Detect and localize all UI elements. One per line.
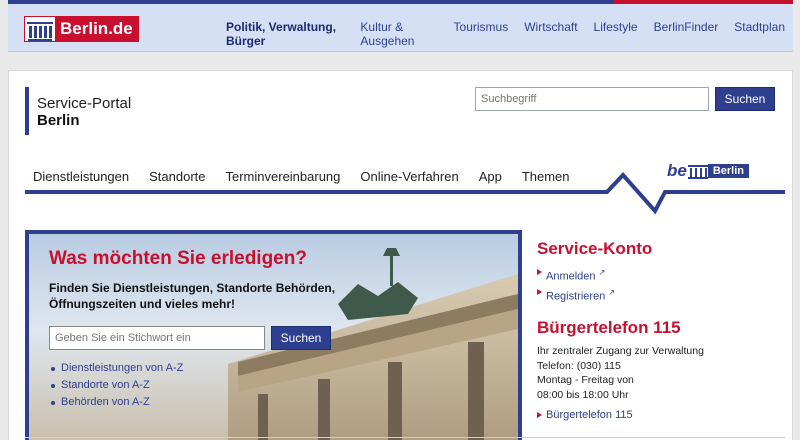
anmelden-label: Anmelden [546,270,596,283]
info-line: Montag - Freitag von [537,374,634,387]
hero-search-panel: Was möchten Sie erledigen? Finden Sie Di… [25,230,522,440]
hero-search-input[interactable] [49,326,265,350]
site-search: Suchen [475,87,775,111]
be-logo-text: be [667,161,687,180]
anmelden-link[interactable]: Anmelden ↗ [537,265,787,285]
nav-standorte[interactable]: Standorte [139,169,215,184]
hero-search-button[interactable]: Suchen [271,326,331,350]
external-link-icon: ↗ [608,287,616,297]
sidebar: Service-Konto Anmelden ↗ Registrieren ↗ … [537,239,787,423]
registrieren-label: Registrieren [546,290,606,303]
logo-text: Berlin.de [55,17,138,41]
link-dienstleistungen-a-z[interactable]: Dienstleistungen von A-Z [51,360,183,377]
main-card: Service-Portal Berlin Suchen Dienstleist… [8,70,793,440]
divider [25,437,785,438]
link-behoerden-a-z[interactable]: Behörden von A-Z [51,394,183,411]
nav-app[interactable]: App [469,169,512,184]
top-bar-accent [613,0,793,4]
berlin-de-logo[interactable]: Berlin.de [24,16,139,42]
topnav-berlinfinder[interactable]: BerlinFinder [646,20,727,48]
buergertelefon-title: Bürgertelefon 115 [537,318,681,338]
topnav-tourismus[interactable]: Tourismus [446,20,517,48]
nav-online-verfahren[interactable]: Online-Verfahren [350,169,468,184]
portal-title-line2: Berlin [37,112,80,129]
link-standorte-a-z[interactable]: Standorte von A-Z [51,377,183,394]
top-bar: Berlin.de Politik, Verwaltung, Bürger Ku… [8,0,793,52]
info-line: Ihr zentraler Zugang zur Verwaltung [537,345,704,358]
topnav-stadtplan[interactable]: Stadtplan [726,20,793,48]
site-search-button[interactable]: Suchen [715,87,775,111]
topnav-politik[interactable]: Politik, Verwaltung, Bürger [218,20,352,48]
brandenburg-gate-icon [25,17,55,41]
buergertelefon-link[interactable]: Bürgertelefon 115 [537,408,787,423]
registrieren-link[interactable]: Registrieren ↗ [537,285,787,305]
topnav-kultur[interactable]: Kultur & Ausgehen [352,20,445,48]
topnav-wirtschaft[interactable]: Wirtschaft [516,20,585,48]
external-link-icon: ↗ [598,268,606,277]
hero-text: Finden Sie Dienstleistungen, Standorte B… [49,281,336,311]
brandenburg-gate-icon [687,163,708,179]
nav-themen[interactable]: Themen [512,169,580,184]
hero-search: Suchen [49,326,331,350]
service-konto-title: Service-Konto [537,239,653,258]
site-search-input[interactable] [475,87,709,111]
be-logo-berlin: Berlin [707,164,750,178]
info-line: 08:00 bis 18:00 Uhr [537,388,629,401]
hero-title: Was möchten Sie erledigen? [49,248,307,269]
be-berlin-logo: be Berlin [667,161,750,181]
hero-links: Dienstleistungen von A-Z Standorte von A… [51,360,183,411]
main-navigation: Dienstleistungen Standorte Terminvereinb… [25,169,580,184]
portal-title-line1: Service-Portal [37,95,132,112]
nav-dienstleistungen[interactable]: Dienstleistungen [25,169,139,184]
buergertelefon-info: Ihr zentraler Zugang zur Verwaltung Tele… [537,344,787,402]
topnav-lifestyle[interactable]: Lifestyle [586,20,646,48]
nav-terminvereinbarung[interactable]: Terminvereinbarung [216,169,351,184]
info-line: Telefon: (030) 115 [537,359,621,372]
portal-title[interactable]: Service-Portal Berlin [25,87,131,135]
top-navigation: Politik, Verwaltung, Bürger Kultur & Aus… [218,20,793,48]
